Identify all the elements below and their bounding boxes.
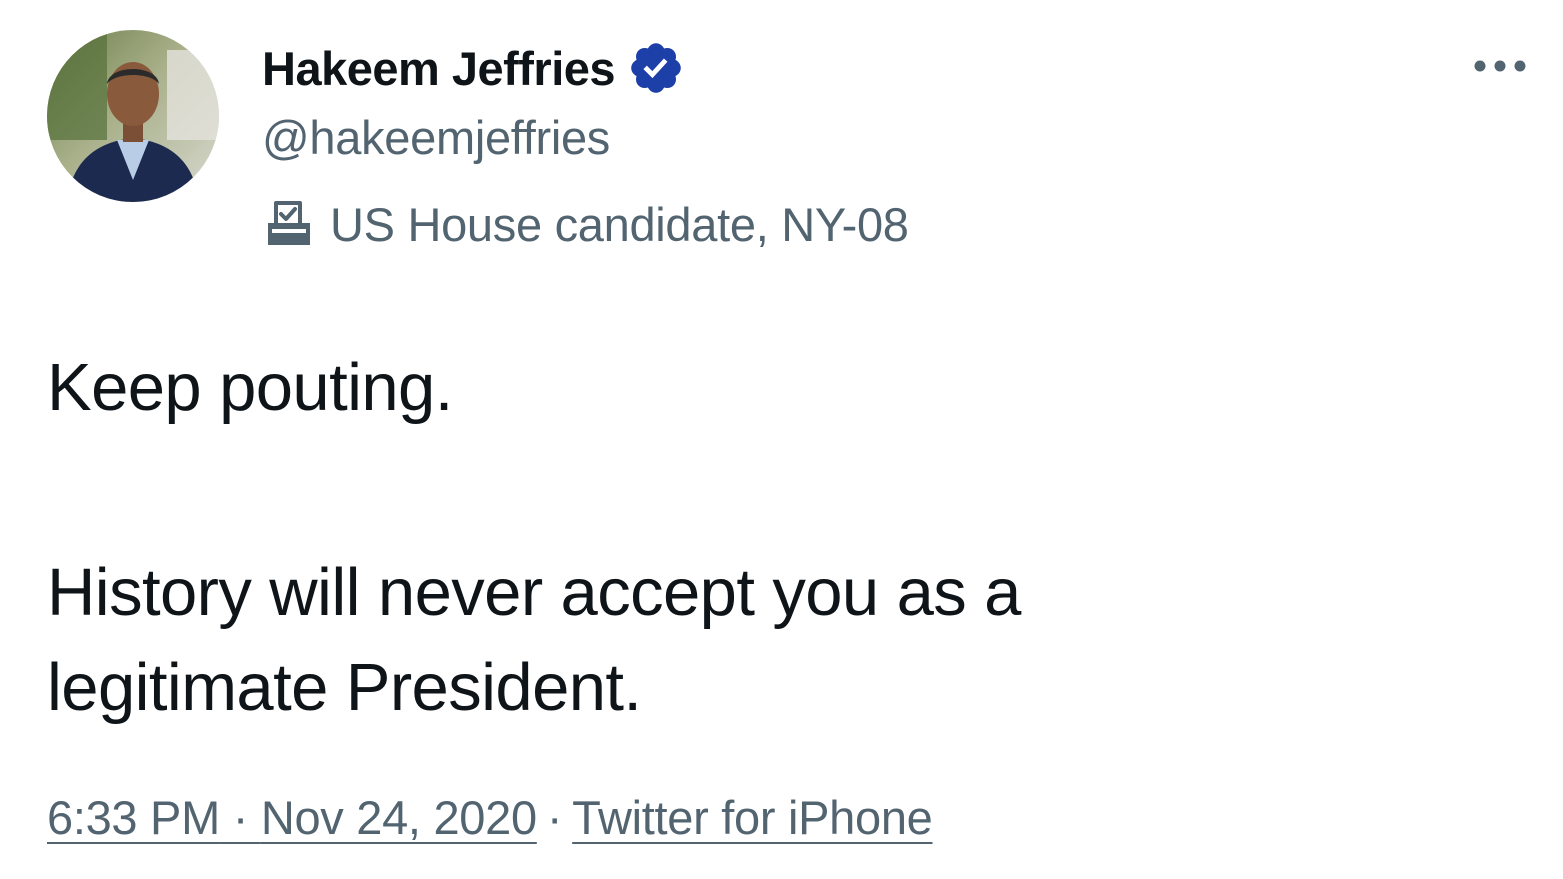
handle[interactable]: @hakeemjeffries (262, 112, 610, 164)
tweet-card: Hakeem Jeffries @hakeemjeffries US House… (0, 0, 1563, 879)
more-horizontal-icon (1474, 60, 1526, 72)
tweet-date: Nov 24, 2020 (260, 791, 537, 844)
tweet-time: 6:33 PM (47, 791, 220, 844)
avatar-photo (47, 30, 219, 202)
tweet-paragraph-1: Keep pouting. (47, 350, 453, 425)
verified-badge-icon (627, 39, 685, 97)
account-label: US House candidate, NY-08 (262, 194, 909, 254)
source-link[interactable]: Twitter for iPhone (572, 791, 933, 844)
more-options-button[interactable] (1468, 44, 1532, 88)
timestamp-link[interactable]: 6:33 PM · Nov 24, 2020 (47, 791, 537, 844)
tweet-text: Keep pouting. History will never accept … (47, 340, 1447, 735)
meta-separator: · (546, 791, 563, 844)
avatar[interactable] (47, 30, 219, 202)
ballot-box-icon (262, 197, 316, 251)
display-name[interactable]: Hakeem Jeffries (262, 45, 616, 92)
tweet-meta: 6:33 PM · Nov 24, 2020 · Twitter for iPhon… (47, 792, 933, 844)
time-date-separator: · (219, 791, 261, 844)
account-label-text: US House candidate, NY-08 (330, 197, 909, 251)
author-name-row[interactable]: Hakeem Jeffries (262, 36, 685, 100)
tweet-paragraph-2: History will never accept you as a legit… (47, 555, 1021, 725)
